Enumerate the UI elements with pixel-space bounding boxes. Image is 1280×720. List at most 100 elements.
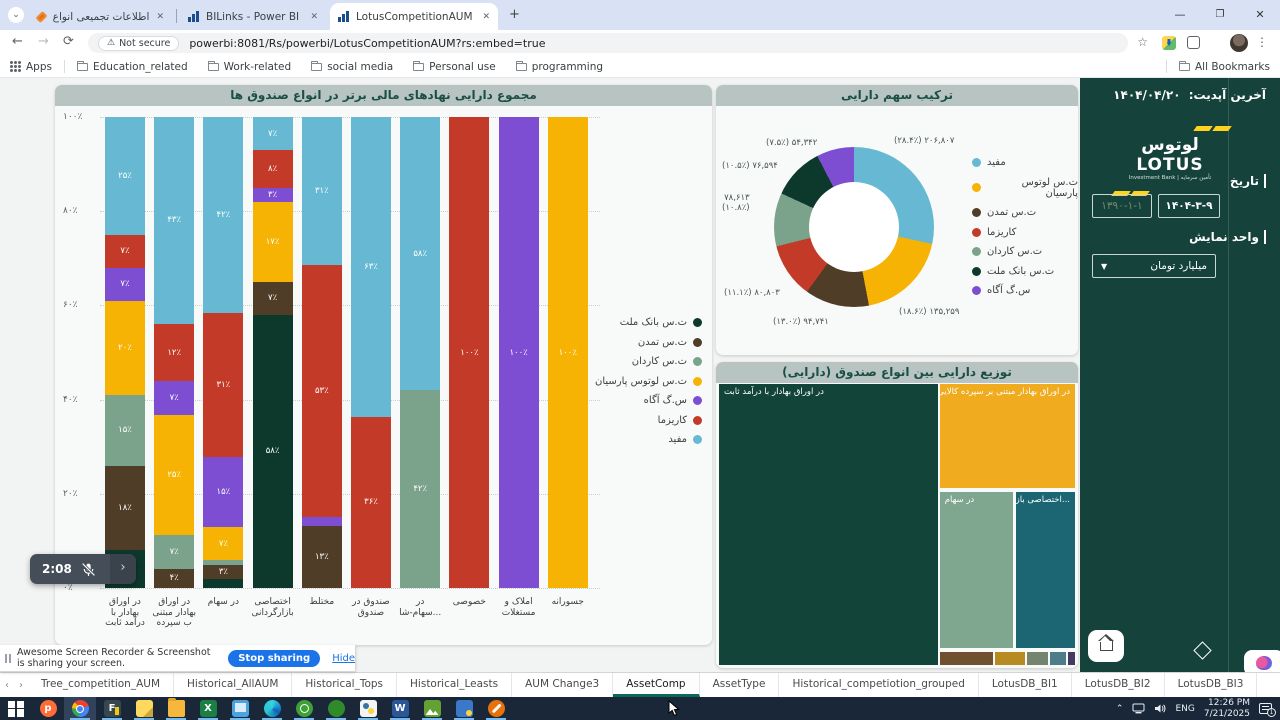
bar-segment[interactable]: ۱۲٪: [154, 324, 194, 382]
bookmark-folder[interactable]: programming: [516, 61, 603, 73]
legend-item[interactable]: مفید: [595, 434, 702, 445]
legend-item[interactable]: ت.س تمدن: [972, 207, 1078, 218]
bar-segment[interactable]: ۱۸٪: [105, 466, 145, 551]
network-icon[interactable]: [1132, 703, 1145, 714]
legend-item[interactable]: س.گ آگاه: [972, 285, 1078, 296]
legend-item[interactable]: ت.س لوتوس پارسیان: [972, 177, 1078, 199]
bar-segment[interactable]: ۷٪: [154, 535, 194, 569]
bar-segment[interactable]: ۷٪: [105, 235, 145, 268]
report-page-tab[interactable]: LotusDB_BI1: [979, 673, 1072, 697]
bar-segment[interactable]: ۶۳٪: [351, 117, 391, 417]
bar-segment[interactable]: ۷٪: [253, 282, 293, 315]
bar-segment[interactable]: [302, 517, 342, 527]
bar-segment[interactable]: ۲۵٪: [154, 415, 194, 535]
bar-segment[interactable]: ۸٪: [253, 150, 293, 188]
mic-muted-icon[interactable]: [81, 562, 96, 577]
stacked-bar[interactable]: ۱۰۰٪: [499, 117, 539, 588]
taskbar-python-script[interactable]: [352, 697, 384, 720]
legend-item[interactable]: ت.س تمدن: [595, 337, 702, 348]
eraser-diamond-icon[interactable]: [1193, 641, 1211, 659]
treemap-tile-small[interactable]: [1027, 652, 1048, 665]
stacked-bar[interactable]: ۳۶٪۶۳٪: [351, 117, 391, 588]
taskbar-sticky-notes[interactable]: [128, 697, 160, 720]
download-extension-icon[interactable]: [1162, 36, 1176, 50]
report-page-tab[interactable]: Historical_AllAUM: [174, 673, 292, 697]
treemap-tile-small[interactable]: [1068, 652, 1075, 665]
tab-search-icon[interactable]: ⌄: [8, 7, 24, 23]
treemap-tile[interactable]: در سهام: [940, 492, 1013, 648]
bar-segment[interactable]: ۷٪: [203, 527, 243, 560]
taskbar-clock[interactable]: 12:26 PM7/21/2025: [1204, 698, 1250, 719]
bar-segment[interactable]: ۱۰۰٪: [548, 117, 588, 588]
legend-item[interactable]: کاریزما: [972, 227, 1078, 238]
legend-item[interactable]: ت.س کاردان: [972, 246, 1078, 257]
bar-segment[interactable]: ۵۸٪: [253, 315, 293, 588]
home-button[interactable]: [1088, 630, 1124, 662]
bookmark-folder[interactable]: Work-related: [208, 61, 292, 73]
treemap-tile[interactable]: در اوراق بهادار با درآمد ثابت: [719, 384, 938, 665]
stacked-bar[interactable]: ۱۸٪۱۵٪۲۰٪۷٪۷٪۲۵٪: [105, 117, 145, 588]
bar-segment[interactable]: ۴٪: [154, 569, 194, 588]
taskbar-postman[interactable]: p: [32, 697, 64, 720]
language-indicator[interactable]: ENG: [1175, 704, 1194, 714]
bar-segment[interactable]: ۳۱٪: [302, 117, 342, 264]
stacked-bar[interactable]: ۱۰۰٪: [449, 117, 489, 588]
report-page-tab[interactable]: Historical_Tops: [292, 673, 397, 697]
profile-avatar[interactable]: [1230, 34, 1248, 52]
tabs-scroll-right-icon[interactable]: ›: [14, 673, 28, 697]
report-page-tab[interactable]: Historical_competiotion_grouped: [779, 673, 978, 697]
menu-dots-icon[interactable]: ⋮: [1256, 35, 1268, 49]
refresh-icon[interactable]: ⟳: [63, 34, 74, 49]
donut-chart[interactable]: [774, 147, 934, 307]
forward-icon[interactable]: →: [38, 34, 49, 49]
bar-segment[interactable]: ۳٪: [203, 565, 243, 579]
taskbar-laptop-app[interactable]: [224, 697, 256, 720]
bar-segment[interactable]: ۵۸٪: [400, 117, 440, 390]
bar-segment[interactable]: ۱۰۰٪: [449, 117, 489, 588]
taskbar-anaconda-prompt[interactable]: [320, 697, 352, 720]
back-icon[interactable]: ←: [12, 34, 23, 49]
legend-item[interactable]: کاریزما: [595, 415, 702, 426]
stacked-bar[interactable]: ۳٪۷٪۱۵٪۳۱٪۴۲٪: [203, 117, 243, 588]
report-page-tab[interactable]: AUM Change3: [512, 673, 613, 697]
bar-segment[interactable]: ۵۳٪: [302, 265, 342, 517]
legend-item[interactable]: ت.س بانک ملت: [595, 317, 702, 328]
bar-segment[interactable]: ۱۵٪: [105, 395, 145, 466]
legend-item[interactable]: س.گ آگاه: [595, 395, 702, 406]
notification-center-icon[interactable]: 1: [1259, 703, 1272, 714]
bar-segment[interactable]: ۱۳٪: [302, 526, 342, 588]
stacked-bar[interactable]: ۴٪۷٪۲۵٪۷٪۱۲٪۴۳٪: [154, 117, 194, 588]
tab-close-icon[interactable]: ✕: [482, 12, 490, 22]
legend-item[interactable]: ت.س کاردان: [595, 356, 702, 367]
tray-chevron-icon[interactable]: ⌃: [1116, 704, 1124, 714]
stop-sharing-button[interactable]: Stop sharing: [228, 650, 320, 667]
taskbar-excel[interactable]: X: [192, 697, 224, 720]
bar-segment[interactable]: ۳۶٪: [351, 417, 391, 588]
stacked-bar[interactable]: ۱۳٪ ۵۳٪۳۱٪: [302, 117, 342, 588]
apps-label[interactable]: Apps: [26, 61, 52, 73]
legend-item[interactable]: مفید: [972, 157, 1078, 168]
taskbar-photos-app[interactable]: [416, 697, 448, 720]
screen-recorder-pill[interactable]: 2:08 ›: [30, 554, 136, 584]
taskbar-orange-pen-app[interactable]: [480, 697, 512, 720]
bar-segment[interactable]: ۱۰۰٪: [499, 117, 539, 588]
bar-segment[interactable]: ۳۱٪: [203, 313, 243, 458]
all-bookmarks-button[interactable]: All Bookmarks: [1179, 61, 1270, 73]
tabs-scroll-left-icon[interactable]: ‹: [0, 673, 14, 697]
bar-segment[interactable]: [203, 579, 243, 588]
tab-close-icon[interactable]: ✕: [310, 12, 318, 22]
taskbar-word[interactable]: W: [384, 697, 416, 720]
browser-tab-2[interactable]: BILinks - Power BI Report Serve ✕: [180, 3, 326, 30]
address-bar[interactable]: ⚠Not secure powerbi:8081/Rs/powerbi/Lotu…: [88, 33, 1128, 53]
bookmark-star-icon[interactable]: ☆: [1137, 35, 1148, 49]
treemap-tile-small[interactable]: [940, 652, 993, 665]
date-to-input[interactable]: ۱۴۰۴-۳-۹: [1158, 194, 1220, 218]
apps-grid-icon[interactable]: [10, 61, 21, 72]
bar-segment[interactable]: ۱۵٪: [203, 457, 243, 527]
bar-segment[interactable]: ۳٪: [253, 188, 293, 202]
taskbar-start-button[interactable]: [0, 697, 32, 720]
taskbar-blue-tools-app[interactable]: [448, 697, 480, 720]
bar-segment[interactable]: ۴۳٪: [154, 117, 194, 324]
taskbar-file-explorer[interactable]: [160, 697, 192, 720]
restore-button[interactable]: ❐: [1200, 0, 1240, 30]
